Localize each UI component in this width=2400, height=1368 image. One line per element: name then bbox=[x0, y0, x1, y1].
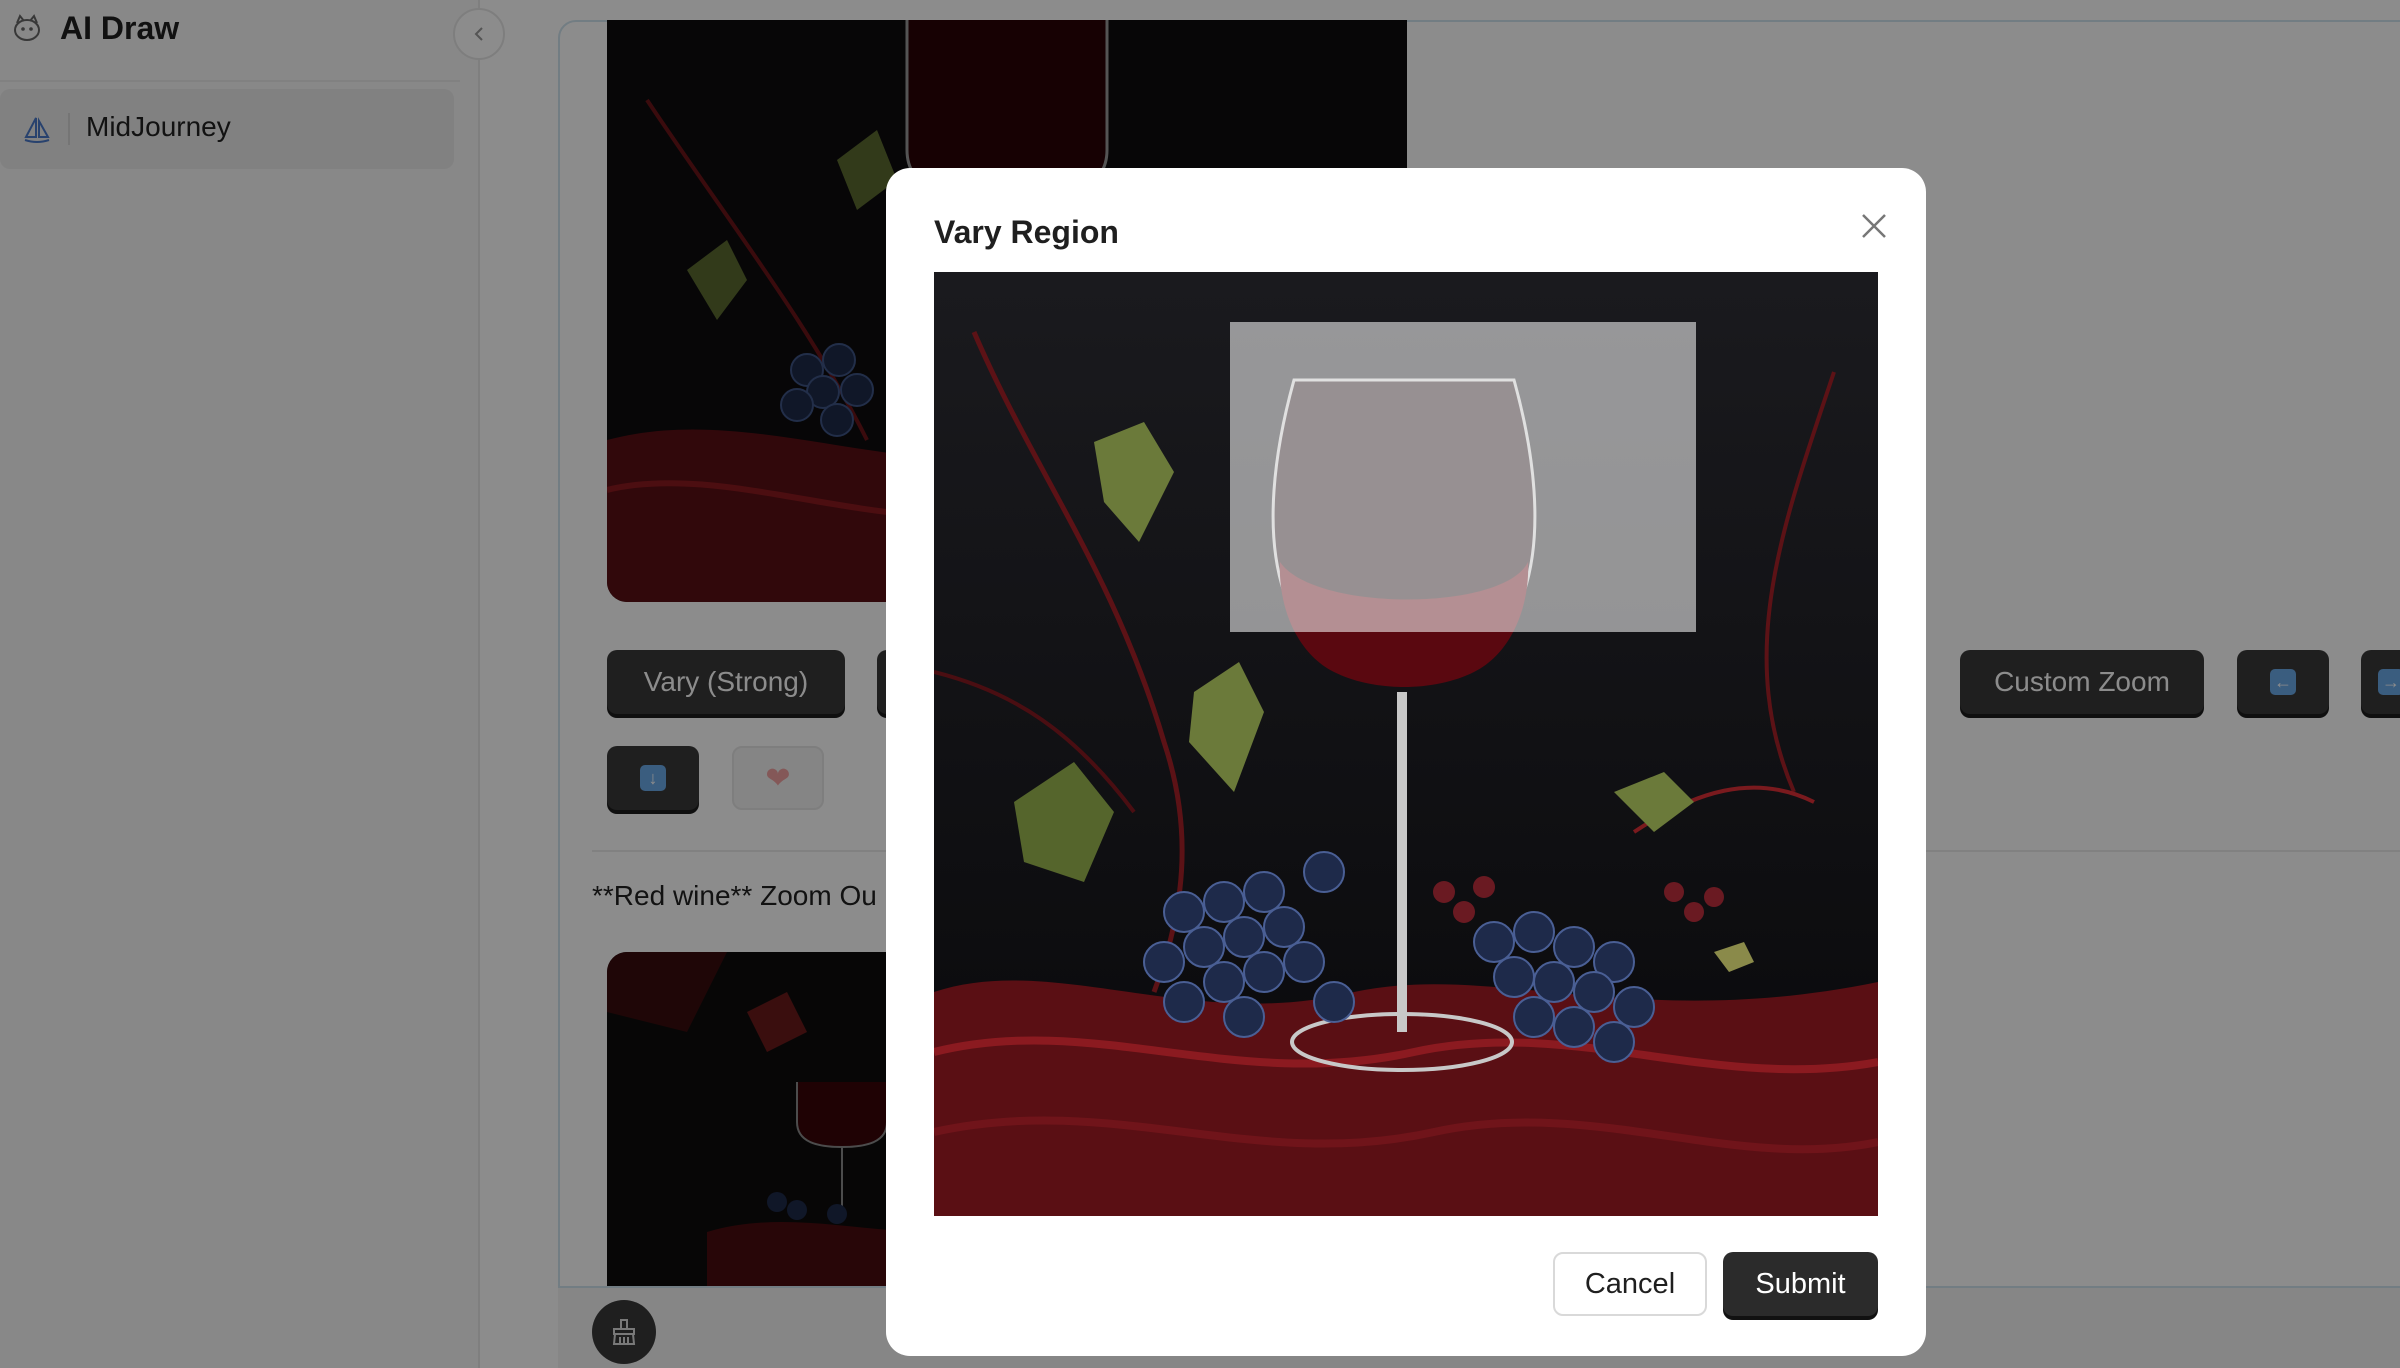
vary-region-canvas[interactable] bbox=[934, 272, 1878, 1216]
region-selection[interactable] bbox=[1230, 322, 1696, 632]
vary-region-modal: Vary Region Cancel Submit bbox=[886, 168, 1926, 1356]
cancel-button[interactable]: Cancel bbox=[1553, 1252, 1707, 1316]
submit-button[interactable]: Submit bbox=[1723, 1252, 1878, 1316]
cancel-label: Cancel bbox=[1584, 1267, 1676, 1300]
close-icon bbox=[1862, 214, 1886, 238]
modal-close-button[interactable] bbox=[1852, 204, 1896, 248]
submit-label: Submit bbox=[1755, 1267, 1846, 1300]
modal-title: Vary Region bbox=[934, 214, 1119, 250]
